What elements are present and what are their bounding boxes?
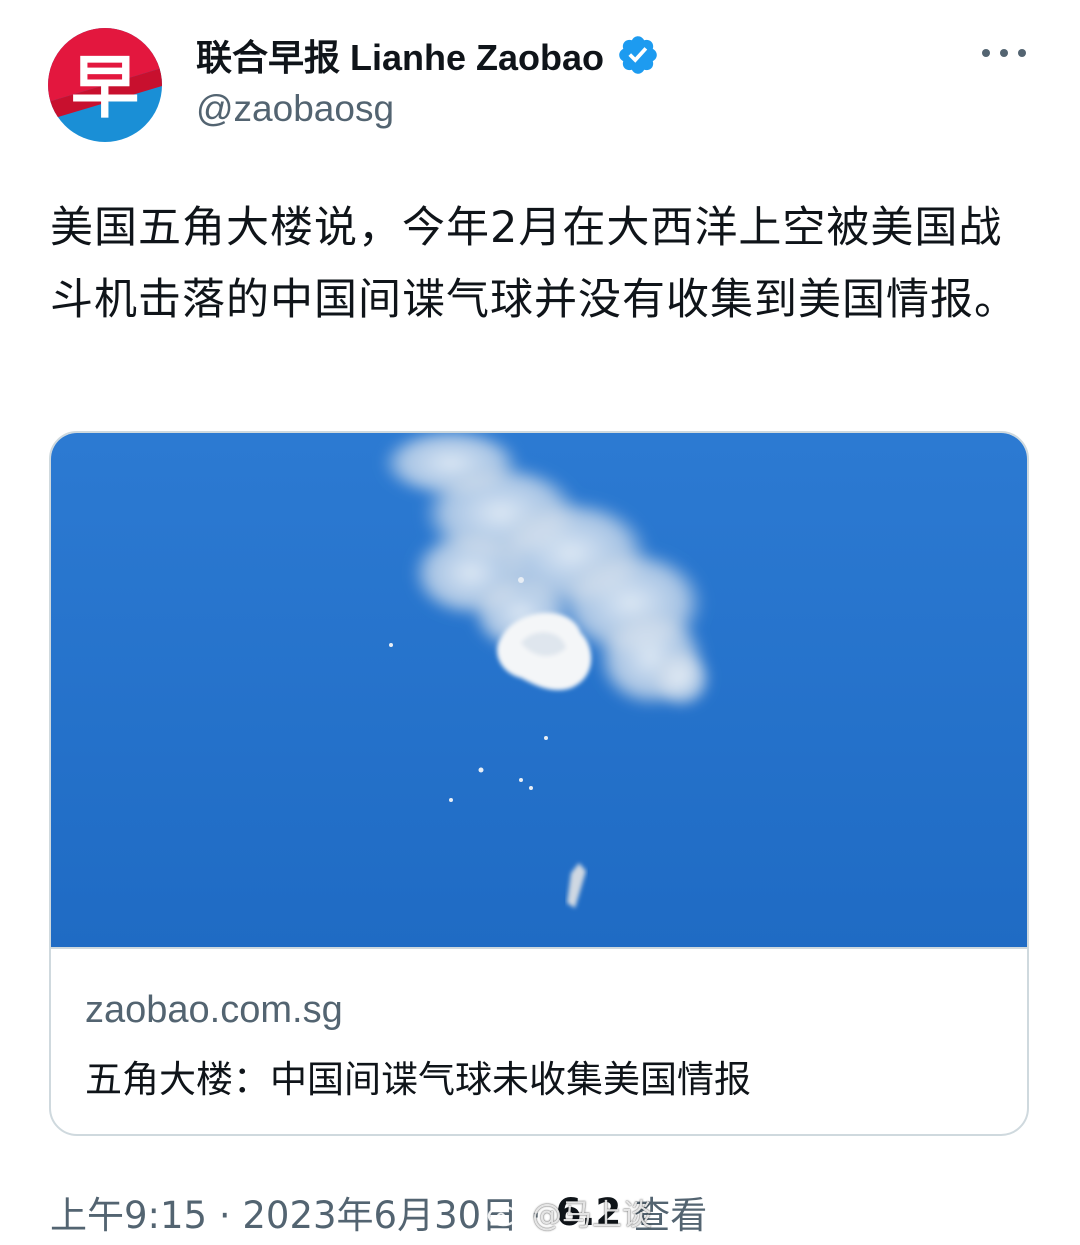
weibo-logo-icon [487, 1200, 524, 1227]
card-divider [51, 947, 1027, 949]
more-horizontal-icon-dot [1018, 49, 1026, 57]
more-horizontal-icon-dot [982, 49, 990, 57]
tweet-text: 美国五角大楼说，今年2月在大西洋上空被美国战斗机击落的中国间谍气球并没有收集到美… [50, 203, 1018, 325]
card-title: 五角大楼：中国间谍气球未收集美国情报 [85, 1058, 751, 1101]
avatar[interactable]: 早 [48, 28, 162, 142]
zaobao-logo: 早 [48, 28, 162, 142]
more-options-button[interactable] [982, 40, 1026, 66]
link-card[interactable]: zaobao.com.sg 五角大楼：中国间谍气球未收集美国情报 [49, 431, 1029, 1136]
author-name-row[interactable]: 联合早报 Lianhe Zaobao [196, 28, 660, 82]
more-horizontal-icon-dot [1000, 49, 1008, 57]
card-domain: zaobao.com.sg [85, 989, 343, 1031]
avatar-char: 早 [71, 48, 139, 128]
author-handle[interactable]: @zaobaosg [196, 88, 394, 130]
verified-badge-icon [619, 36, 657, 74]
tweet-timestamp[interactable]: 上午9:15 · 2023年6月30日 · [50, 1185, 542, 1239]
weibo-watermark: @马上谈 [486, 1190, 652, 1234]
card-image-balloon-photo[interactable] [51, 433, 1027, 947]
watermark-text: @马上谈 [532, 1198, 652, 1233]
author-display-name[interactable]: 联合早报 Lianhe Zaobao [196, 29, 604, 81]
